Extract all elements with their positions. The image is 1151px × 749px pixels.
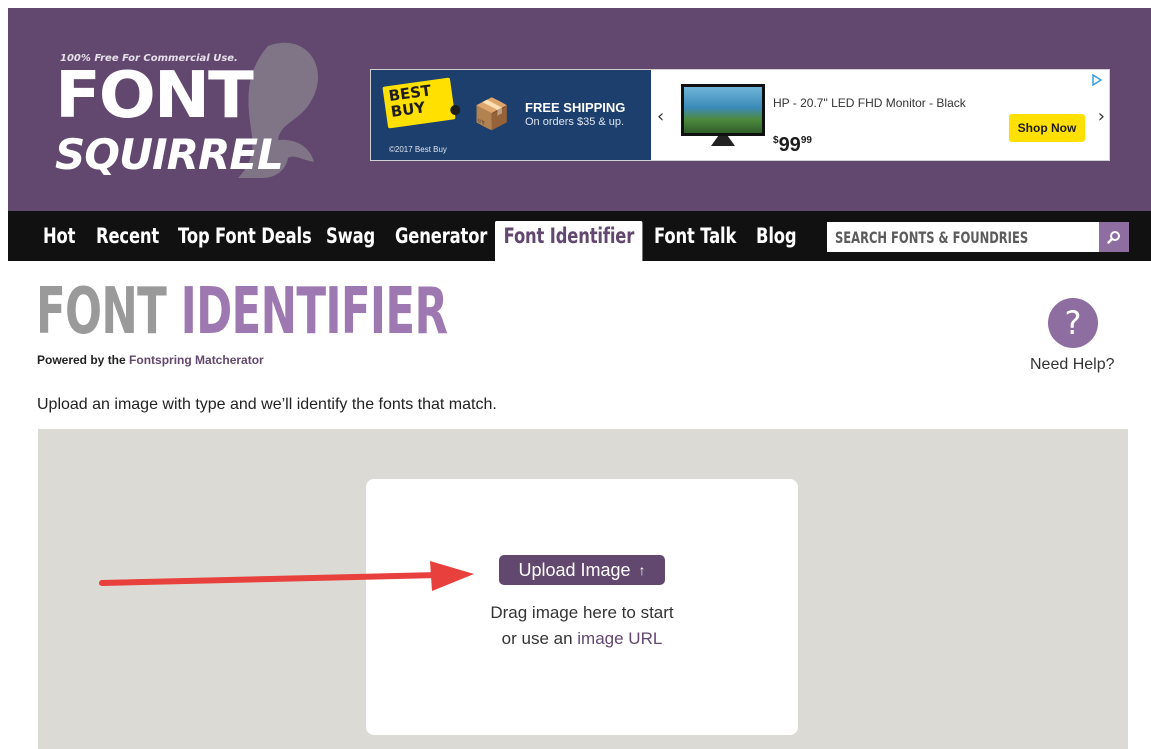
page: 100% Free For Commercial Use. FONT SQUIR… [8,8,1151,749]
image-url-link[interactable]: image URL [577,629,662,648]
nav-item-swag[interactable]: Swag [326,224,375,248]
nav-item-recent[interactable]: Recent [96,224,159,248]
nav-item-font-talk[interactable]: Font Talk [654,224,736,248]
powered-by-line: Powered by the Fontspring Matcherator [37,353,264,367]
ad-shipping-title: FREE SHIPPING [525,100,626,115]
search-button[interactable] [1099,222,1129,252]
logo-word-squirrel: SQUIRREL [55,130,284,179]
upload-image-button[interactable]: Upload Image ↑ [499,555,665,585]
page-title: FONT IDENTIFIER [36,280,448,344]
arrow-up-icon: ↑ [638,562,646,578]
red-annotation-arrow [99,561,474,591]
search-box: SEARCH FONTS & FOUNDRIES [827,222,1129,252]
search-icon [1107,231,1120,244]
price-cents: 99 [800,135,812,146]
shop-now-button[interactable]: Shop Now [1009,114,1085,142]
ad-price: $9999 [773,134,812,157]
image-url-line: or use an image URL [366,629,798,649]
price-main: 99 [778,134,801,156]
need-help-link[interactable]: Need Help? [1030,356,1115,374]
upload-button-label: Upload Image [518,559,631,580]
url-prefix: or use an [501,629,573,648]
ad-product-name[interactable]: HP - 20.7" LED FHD Monitor - Black [773,96,966,110]
bestbuy-tag-icon [449,104,461,116]
powered-by-prefix: Powered by the [37,353,126,367]
ad-right-panel: ‹ HP - 20.7" LED FHD Monitor - Black $99… [651,70,1109,160]
help-icon[interactable]: ? [1048,298,1098,348]
chevron-left-icon[interactable]: ‹ [657,106,664,127]
nav-item-top-font-deals[interactable]: Top Font Deals [178,224,312,248]
bestbuy-logo-text: BEST BUY [387,81,433,121]
ad-left-panel: BEST BUY 📦 FREE SHIPPING On orders $35 &… [371,70,651,160]
nav-item-blog[interactable]: Blog [756,224,797,248]
matcherator-link[interactable]: Fontspring Matcherator [129,353,264,367]
nav-item-generator[interactable]: Generator [395,224,487,248]
chevron-right-icon[interactable]: › [1098,106,1105,127]
bestbuy-logo: BEST BUY [382,77,461,129]
package-icon: 📦 [473,98,511,131]
upload-card: Upload Image ↑ Drag image here to start … [366,479,798,735]
monitor-product-image[interactable] [681,84,765,136]
adchoices-icon[interactable] [1091,74,1103,86]
drag-instructions: Drag image here to start [490,603,674,622]
logo-word-font: FONT [55,59,254,133]
site-header: 100% Free For Commercial Use. FONT SQUIR… [8,8,1151,211]
nav-item-font-identifier[interactable]: Font Identifier [495,221,643,261]
page-title-font: FONT [36,275,167,349]
ad-copyright: ©2017 Best Buy [389,145,447,154]
page-title-identifier: IDENTIFIER [180,275,448,349]
bestbuy-ad-banner[interactable]: BEST BUY 📦 FREE SHIPPING On orders $35 &… [370,69,1110,161]
main-nav: Hot Recent Top Font Deals Swag Generator… [8,211,1151,261]
fontsquirrel-logo[interactable]: 100% Free For Commercial Use. FONT SQUIR… [48,36,328,186]
search-input[interactable] [827,222,1099,252]
monitor-stand [711,136,735,146]
nav-item-hot[interactable]: Hot [43,224,75,248]
ad-shipping-subtitle: On orders $35 & up. [525,116,625,128]
intro-text: Upload an image with type and we’ll iden… [37,396,497,413]
